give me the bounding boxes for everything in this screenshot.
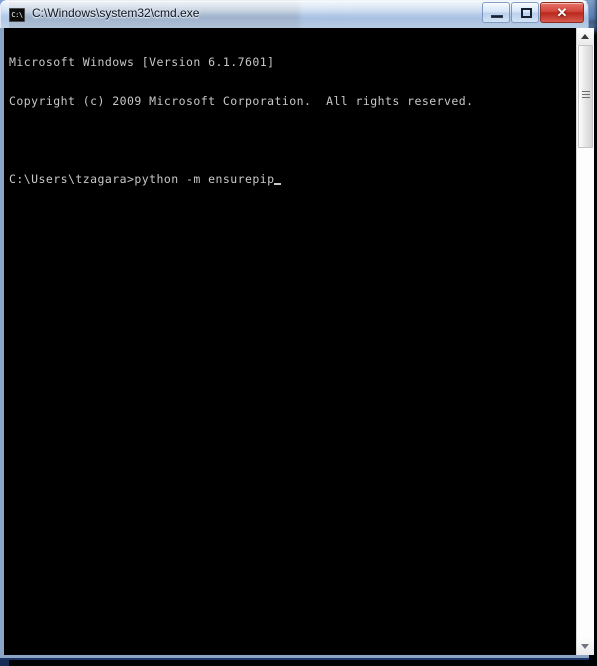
scrollbar-grip-icon [582, 91, 590, 99]
scrollbar-up-arrow-button[interactable] [577, 28, 594, 45]
chevron-up-icon [581, 34, 589, 39]
cmd-window[interactable]: C:\ C:\Windows\system32\cmd.exe ✕ Micros… [0, 0, 597, 660]
console-frame: Microsoft Windows [Version 6.1.7601] Cop… [0, 28, 589, 660]
cmd-exe-icon[interactable]: C:\ [9, 8, 25, 22]
console-line: Microsoft Windows [Version 6.1.7601] [9, 55, 275, 69]
console-line: Copyright (c) 2009 Microsoft Corporation… [9, 94, 474, 108]
close-button[interactable]: ✕ [540, 2, 584, 23]
window-titlebar[interactable]: C:\ C:\Windows\system32\cmd.exe ✕ [0, 0, 589, 28]
window-title: C:\Windows\system32\cmd.exe [32, 6, 200, 20]
console-output-area[interactable]: Microsoft Windows [Version 6.1.7601] Cop… [4, 28, 585, 655]
chevron-down-icon [581, 644, 589, 649]
console-prompt-and-command: C:\Users\tzagara>python -m ensurepip [9, 172, 275, 186]
window-controls: ✕ [481, 2, 584, 23]
scrollbar-thumb[interactable] [578, 45, 593, 148]
maximize-icon [521, 8, 532, 18]
console-text: Microsoft Windows [Version 6.1.7601] Cop… [9, 30, 569, 212]
console-scrollbar[interactable] [576, 28, 594, 655]
close-icon: ✕ [556, 5, 568, 20]
minimize-icon [491, 15, 503, 18]
console-cursor [274, 183, 282, 185]
scrollbar-down-arrow-button[interactable] [577, 638, 594, 655]
maximize-button[interactable] [511, 2, 539, 23]
scrollbar-track[interactable] [577, 45, 594, 638]
minimize-button[interactable] [482, 2, 510, 23]
console-command-line: C:\Users\tzagara>python -m ensurepip [9, 173, 569, 186]
